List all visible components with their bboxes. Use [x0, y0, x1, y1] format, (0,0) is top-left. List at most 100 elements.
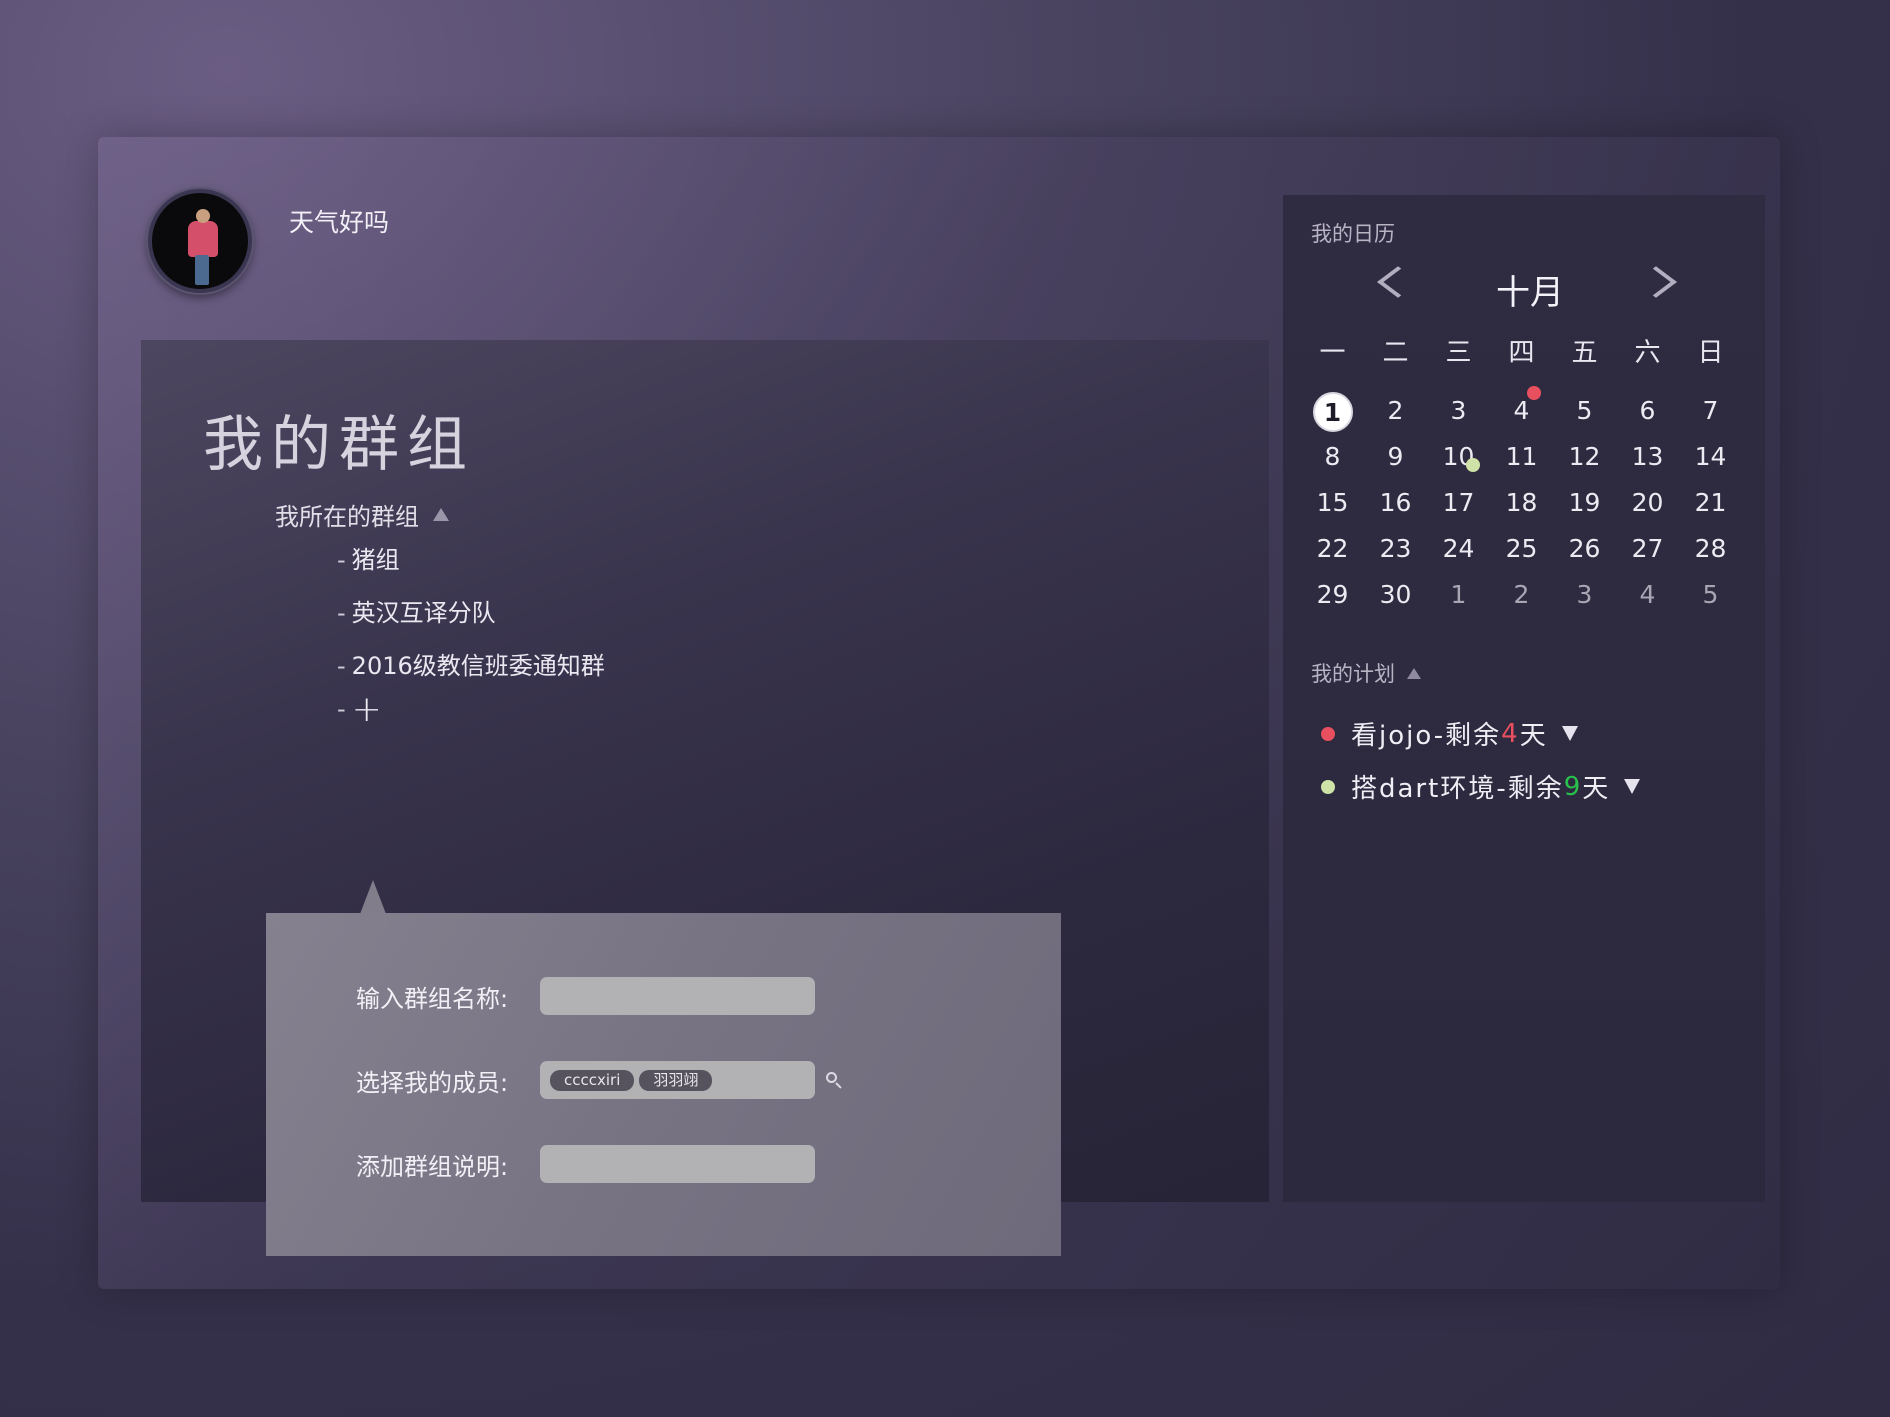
plans-toggle[interactable]: 我的计划	[1311, 658, 1421, 688]
calendar-day[interactable]: 26	[1553, 530, 1616, 568]
calendar-day[interactable]: 3	[1427, 392, 1490, 430]
weekday-header: 一 二 三 四 五 六 日	[1301, 332, 1742, 369]
group-item[interactable]: - 英汉互译分队	[337, 593, 496, 628]
search-handle	[835, 1082, 842, 1089]
calendar-day[interactable]: 17	[1427, 484, 1490, 522]
member-tag[interactable]: ccccxiri	[550, 1069, 635, 1091]
calendar-day[interactable]: 27	[1616, 530, 1679, 568]
calendar-day-number: 3	[1450, 396, 1467, 425]
calendar-day-number: 13	[1631, 442, 1664, 471]
group-item[interactable]: - 猪组	[337, 540, 400, 575]
group-name-input[interactable]	[540, 977, 815, 1015]
avatar-figure-body	[188, 221, 218, 257]
calendar-day-number: 4	[1639, 580, 1656, 609]
calendar-day-today[interactable]: 1	[1301, 392, 1364, 432]
calendar-day[interactable]: 13	[1616, 438, 1679, 476]
plans-title: 我的计划	[1311, 662, 1395, 686]
calendar-day[interactable]: 16	[1364, 484, 1427, 522]
calendar-day-number: 8	[1324, 442, 1341, 471]
calendar-day[interactable]: 21	[1679, 484, 1742, 522]
description-row: 添加群组说明:	[356, 1145, 815, 1183]
calendar-title: 我的日历	[1311, 222, 1395, 246]
weekday-label: 日	[1697, 338, 1724, 368]
avatar[interactable]	[148, 189, 252, 293]
calendar-day-number: 16	[1379, 488, 1412, 517]
calendar-day[interactable]: 10	[1427, 438, 1490, 476]
members-row: 选择我的成员: ccccxiri 羽羽翊	[356, 1061, 843, 1099]
weekday-label: 三	[1445, 338, 1472, 368]
calendar-day[interactable]: 14	[1679, 438, 1742, 476]
calendar-day[interactable]: 5	[1553, 392, 1616, 430]
calendar-day[interactable]: 5	[1679, 576, 1742, 614]
collapse-triangle-icon[interactable]	[433, 508, 449, 521]
plan-days: 9	[1563, 771, 1583, 802]
calendar-day-number: 27	[1631, 534, 1664, 563]
username: 天气好吗	[289, 208, 390, 237]
calendar-day[interactable]: 29	[1301, 576, 1364, 614]
group-item[interactable]: -2016级教信班委通知群	[337, 646, 605, 681]
group-name-label: 输入群组名称:	[356, 984, 509, 1013]
plan-days: 4	[1501, 718, 1520, 749]
calendar-day[interactable]: 15	[1301, 484, 1364, 522]
calendar-day[interactable]: 4	[1490, 386, 1553, 430]
event-dot-icon	[1527, 386, 1541, 400]
search-lens	[826, 1072, 837, 1083]
plan-item[interactable]: 搭dart环境-剩余 9 天	[1321, 768, 1641, 805]
calendar-day[interactable]: 24	[1427, 530, 1490, 568]
calendar-day[interactable]: 4	[1616, 576, 1679, 614]
calendar-day-number: 2	[1387, 396, 1404, 425]
my-groups-label: 我所在的群组	[275, 503, 419, 531]
calendar-day-number: 30	[1379, 580, 1412, 609]
calendar-day[interactable]: 19	[1553, 484, 1616, 522]
plan-suffix: 天	[1582, 774, 1611, 804]
calendar-day[interactable]: 6	[1616, 392, 1679, 430]
calendar-day-number: 21	[1694, 488, 1727, 517]
calendar-day[interactable]: 8	[1301, 438, 1364, 476]
weekday-label: 六	[1634, 338, 1661, 368]
members-input[interactable]: ccccxiri 羽羽翊	[540, 1061, 815, 1099]
month-navigator: 十月	[1283, 263, 1765, 313]
calendar-day-number: 29	[1316, 580, 1349, 609]
group-name-row: 输入群组名称:	[356, 977, 815, 1015]
calendar-day[interactable]: 12	[1553, 438, 1616, 476]
calendar-day[interactable]: 1	[1427, 576, 1490, 614]
calendar-day[interactable]: 11	[1490, 438, 1553, 476]
calendar-day[interactable]: 30	[1364, 576, 1427, 614]
search-icon[interactable]	[825, 1071, 843, 1089]
calendar-day[interactable]: 22	[1301, 530, 1364, 568]
calendar-day-number: 22	[1316, 534, 1349, 563]
description-input[interactable]	[540, 1145, 815, 1183]
popover-arrow	[360, 880, 386, 914]
weekday-label: 四	[1508, 338, 1535, 368]
calendar-day-number: 1	[1312, 392, 1353, 432]
plan-item[interactable]: 看jojo-剩余 4 天	[1321, 715, 1578, 752]
my-groups-toggle[interactable]: 我所在的群组	[275, 497, 449, 532]
weekday-label: 一	[1319, 338, 1346, 368]
calendar-day[interactable]: 23	[1364, 530, 1427, 568]
calendar-day[interactable]: 18	[1490, 484, 1553, 522]
dash-marker: -	[337, 695, 346, 723]
event-dot-icon	[1466, 458, 1480, 472]
collapse-triangle-icon[interactable]	[1407, 667, 1421, 679]
calendar-day-number: 26	[1568, 534, 1601, 563]
calendar-day-number: 17	[1442, 488, 1475, 517]
calendar-day[interactable]: 9	[1364, 438, 1427, 476]
calendar-day[interactable]: 25	[1490, 530, 1553, 568]
month-label: 十月	[1496, 273, 1564, 313]
side-panel: 我的日历 十月 一 二 三 四 五 六 日 1 2 3 4 5 6 7 8 9 10 11 12 13 1…	[1283, 195, 1765, 1202]
member-tag[interactable]: 羽羽翊	[639, 1069, 713, 1091]
calendar-day[interactable]: 2	[1490, 576, 1553, 614]
calendar-day[interactable]: 2	[1364, 392, 1427, 430]
calendar-day-number: 14	[1694, 442, 1727, 471]
calendar-day[interactable]: 7	[1679, 392, 1742, 430]
expand-triangle-icon[interactable]	[1561, 726, 1578, 741]
calendar-day-number: 23	[1379, 534, 1412, 563]
calendar-day[interactable]: 28	[1679, 530, 1742, 568]
dash-marker: -	[337, 652, 346, 680]
add-group-button[interactable]: - +	[337, 692, 382, 728]
plus-icon: +	[351, 689, 382, 730]
calendar-day[interactable]: 20	[1616, 484, 1679, 522]
expand-triangle-icon[interactable]	[1624, 779, 1641, 794]
calendar-day[interactable]: 3	[1553, 576, 1616, 614]
calendar-day-number: 20	[1631, 488, 1664, 517]
